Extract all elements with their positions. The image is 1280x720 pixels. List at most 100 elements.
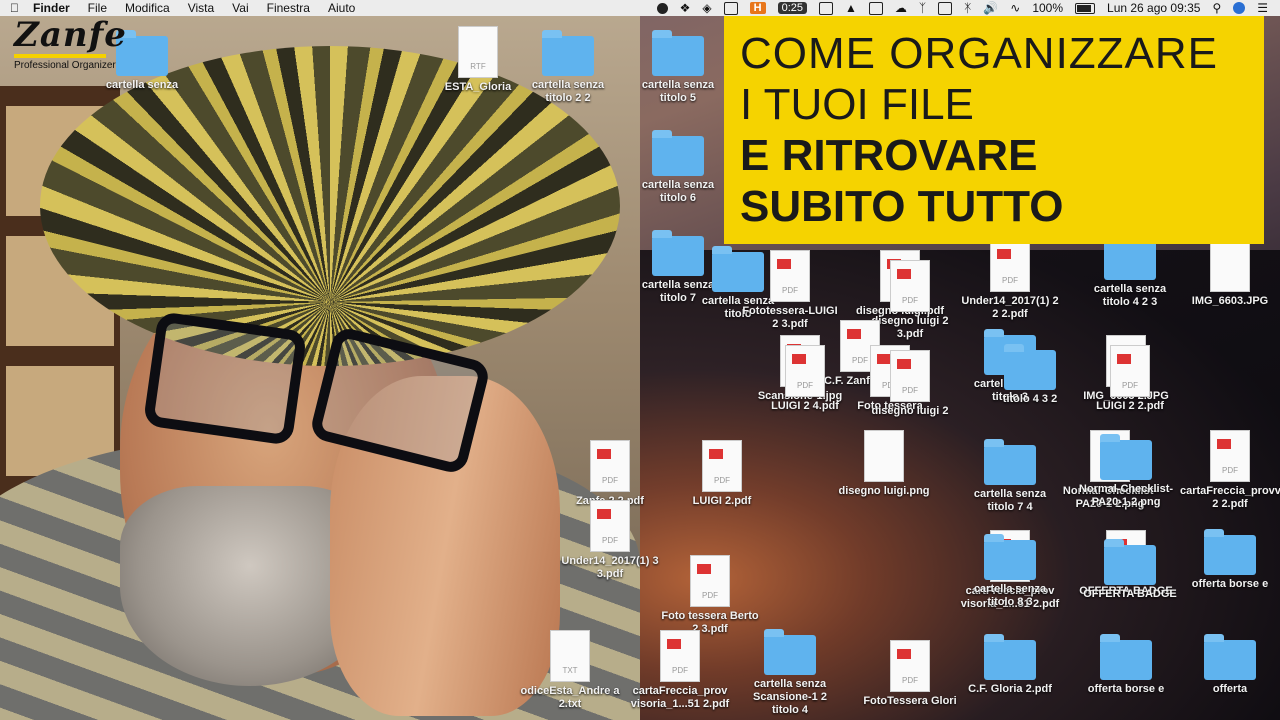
desktop-item[interactable]: cartella senza titolo 6 (628, 130, 728, 205)
title-line-4: SUBITO TUTTO (740, 182, 1064, 231)
desktop-item[interactable]: titolo 4 3 2 (980, 344, 1080, 406)
battery-percent[interactable]: 100% (1032, 1, 1063, 15)
folder-icon (1004, 344, 1056, 390)
folder-icon (652, 130, 704, 176)
menu-modifica[interactable]: Modifica (125, 1, 170, 15)
fork-icon[interactable]: ᛉ (919, 1, 926, 15)
pdf-badge-icon (897, 359, 911, 369)
cloud-icon[interactable]: ☁ (895, 1, 907, 15)
menubar-status-area: ❖ ◈ H 0:25 ▲ ☁ ᛉ ᛡ 🔊 ∿ 100% Lun 26 ago 0… (656, 0, 1280, 16)
desktop-item[interactable]: LUIGI 2.pdf (672, 440, 772, 508)
desktop-item-label: disegno luigi 2 (871, 405, 949, 417)
desktop-item-label: Under14_2017(1) 2 2 2.pdf (961, 295, 1059, 320)
desktop-item-label: FotoTessera Glori (863, 695, 957, 707)
desktop-item[interactable]: offerta borse e (1076, 634, 1176, 696)
search-icon[interactable]: ⚲ (1212, 1, 1221, 15)
folder-icon (764, 629, 816, 675)
siri-icon[interactable] (1233, 2, 1246, 14)
dropbox-icon[interactable]: ❖ (680, 1, 691, 15)
menu-app-name[interactable]: Finder (33, 1, 70, 15)
desktop-item-label: cartaFreccia_prov visoria_1...51 2.pdf (630, 685, 730, 710)
desktop-item[interactable]: OFFERTA BADGE (1080, 539, 1180, 601)
desktop-item[interactable]: LUIGI 2 2.pdf (1080, 345, 1180, 413)
apple-menu-icon[interactable]:  (10, 1, 19, 15)
desktop-item[interactable]: IMG_6603.JPG (1180, 240, 1280, 308)
desktop-item-label: ESTA_Gloria (444, 81, 512, 93)
folder-icon (984, 534, 1036, 580)
menu-file[interactable]: File (88, 1, 107, 15)
desktop-item[interactable]: cartella senza titolo 7 4 (960, 439, 1060, 514)
datetime[interactable]: Lun 26 ago 09:35 (1107, 1, 1200, 15)
pdf-badge-icon (667, 639, 681, 649)
desktop-item[interactable]: odiceEsta_Andre a 2.txt (520, 630, 620, 711)
evernote-icon[interactable]: ◈ (702, 1, 711, 15)
desktop-item-label: odiceEsta_Andre a 2.txt (520, 685, 620, 710)
volume-icon[interactable]: 🔊 (983, 1, 998, 15)
pdf-file-icon (590, 500, 630, 552)
drive-icon[interactable]: ▲ (845, 1, 857, 15)
window-icon[interactable] (723, 1, 738, 15)
timer-display[interactable]: 0:25 (777, 2, 807, 14)
desktop-item-label: offerta (1212, 683, 1248, 695)
desktop-item-label: OFFERTA BADGE (1083, 588, 1177, 600)
clipboard-icon[interactable] (938, 1, 953, 15)
record-icon[interactable] (656, 2, 668, 14)
desktop-item[interactable]: cartaFreccia_prov visoria_1...51 2.pdf (630, 630, 730, 711)
desktop-item-label: cartella senza titolo 4 2 3 (1093, 283, 1167, 308)
bluetooth-icon[interactable]: ᛡ (964, 1, 971, 15)
desktop-item[interactable]: cartella senza titolo 2 2 (518, 30, 618, 105)
document-icon (550, 630, 590, 682)
notification-center-icon[interactable]: ☰ (1257, 1, 1268, 15)
desktop-item[interactable]: cartella senza titolo 5 (628, 30, 728, 105)
desktop-item[interactable]: ESTA_Gloria (428, 26, 528, 94)
menu-vai[interactable]: Vai (232, 1, 248, 15)
menu-finestra[interactable]: Finestra (267, 1, 310, 15)
glasses-lens-left (142, 311, 308, 446)
pdf-badge-icon (597, 449, 611, 459)
desktop-item[interactable]: cartaFreccia_provvisoria_1...51 2 2.pdf (1180, 430, 1280, 511)
document-icon (458, 26, 498, 78)
pdf-file-icon (990, 240, 1030, 292)
title-line-3: E RITROVARE (740, 131, 1038, 180)
desktop-item[interactable]: Under14_2017(1) 2 2 2.pdf (960, 240, 1060, 321)
desktop-item-label: cartella senza titolo 6 (641, 179, 715, 204)
desktop-item[interactable]: cartella senza titolo 8 3 (960, 534, 1060, 609)
desktop-item[interactable]: C.F. Gloria 2.pdf (960, 634, 1060, 696)
desktop-item-label: IMG_6603.JPG (1191, 295, 1269, 307)
desktop-item-label: cartella senza titolo 7 4 (973, 488, 1047, 513)
battery-icon[interactable] (1075, 2, 1096, 14)
desktop-item[interactable]: Zanfe 2 2.pdf (560, 440, 660, 508)
desktop-item-label: offerta borse e (1191, 578, 1269, 590)
s-app-icon[interactable] (868, 1, 883, 15)
pdf-file-icon (785, 345, 825, 397)
desktop-item-label: LUIGI 2 2.pdf (1096, 400, 1164, 412)
logo-name: Zanfe (14, 15, 127, 55)
desktop-item[interactable]: Normal-Checklist-PA20-1 2.png (1076, 434, 1176, 509)
pdf-badge-icon (709, 449, 723, 459)
h-badge[interactable]: H (749, 2, 766, 14)
desktop-item[interactable]: disegno luigi.png (834, 430, 934, 498)
menu-aiuto[interactable]: Aiuto (328, 1, 355, 15)
desktop-item[interactable]: cartella senza titolo 4 2 3 (1080, 234, 1180, 309)
desktop-item[interactable]: Under14_2017(1) 3 3.pdf (560, 500, 660, 581)
desktop-item[interactable]: Fototessera-LUIGI 2 3.pdf (740, 250, 840, 331)
screen-icon[interactable] (819, 1, 833, 15)
desktop-item[interactable]: offerta borse e (1180, 529, 1280, 591)
wifi-icon[interactable]: ∿ (1010, 1, 1020, 15)
folder-icon (1204, 529, 1256, 575)
pdf-badge-icon (777, 259, 791, 269)
desktop-item[interactable]: offerta (1180, 634, 1280, 696)
pdf-badge-icon (597, 509, 611, 519)
folder-icon (984, 439, 1036, 485)
menu-vista[interactable]: Vista (188, 1, 214, 15)
desktop-item[interactable]: Foto tessera Berto 2 3.pdf (660, 555, 760, 636)
pdf-file-icon (770, 250, 810, 302)
desktop-item-label: cartella senza titolo 2 2 (531, 79, 605, 104)
desktop-item-label: C.F. Gloria 2.pdf (968, 683, 1052, 695)
desktop-item-label: Normal-Checklist-PA20-1 2.png (1078, 483, 1174, 508)
pdf-file-icon (890, 260, 930, 312)
desktop-item[interactable]: disegno luigi 2 (860, 350, 960, 418)
pdf-badge-icon (997, 249, 1011, 259)
desktop-item[interactable]: cartella senza Scansione-1 2 titolo 4 (740, 629, 840, 717)
desktop-item[interactable]: FotoTessera Glori (860, 640, 960, 708)
